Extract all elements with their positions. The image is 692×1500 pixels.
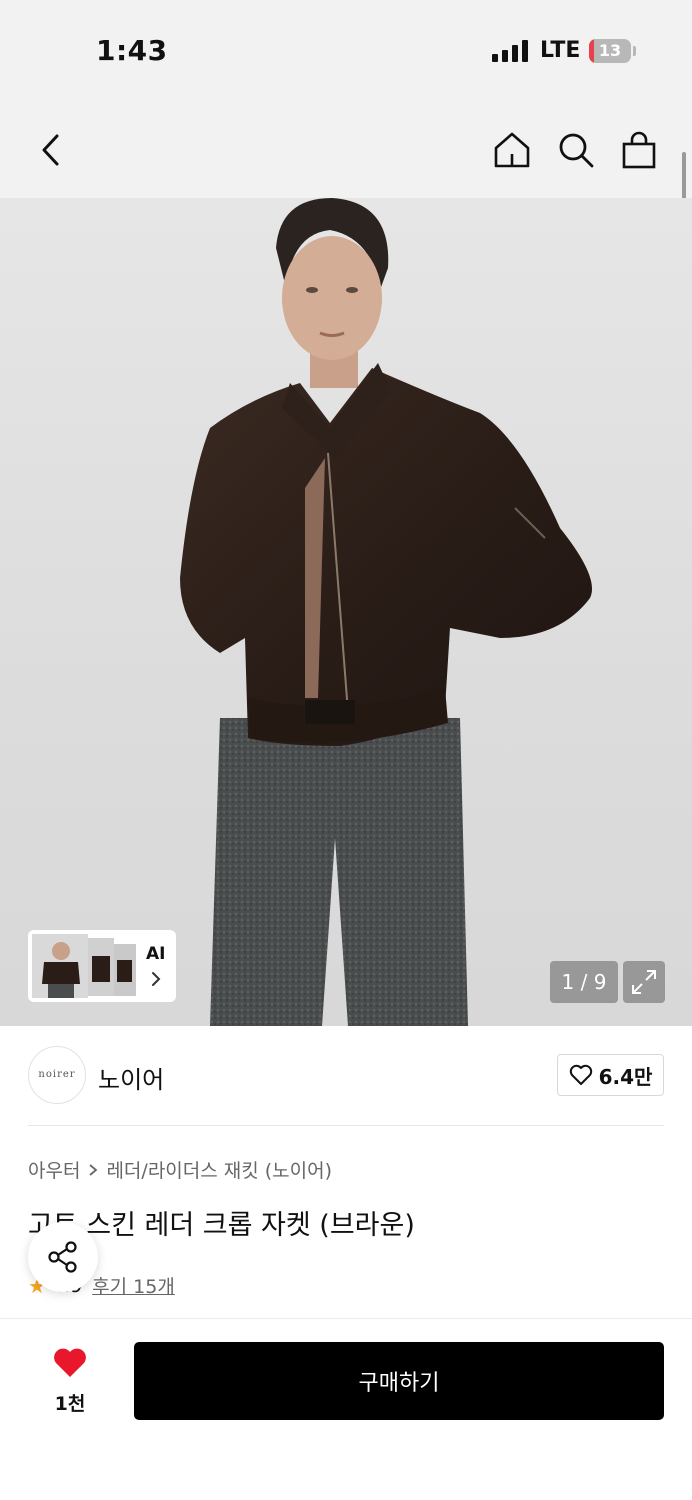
home-icon	[494, 132, 530, 168]
battery-level: 13	[598, 41, 622, 60]
breadcrumb: 아우터 레더/라이더스 재킷 (노이어)	[28, 1156, 332, 1183]
image-counter: 1 / 9	[550, 961, 618, 1003]
back-button[interactable]	[30, 128, 70, 172]
model-photo	[180, 198, 592, 1026]
status-time: 1:43	[96, 34, 168, 67]
heart-filled-icon	[54, 1348, 86, 1377]
battery-tip	[633, 46, 636, 56]
thumbnail-images	[32, 934, 136, 998]
breadcrumb-subcategory[interactable]: 레더/라이더스 재킷 (노이어)	[106, 1156, 332, 1183]
ai-styling-card[interactable]: AI	[28, 930, 176, 1002]
share-icon	[48, 1241, 77, 1273]
search-button[interactable]	[554, 128, 598, 172]
divider	[28, 1125, 664, 1126]
brand-row: noirer 노이어 6.4만	[28, 1046, 664, 1104]
chevron-right-icon	[89, 1163, 98, 1176]
brand-logo[interactable]: noirer	[28, 1046, 86, 1104]
expand-icon	[632, 970, 656, 994]
battery-icon: 13	[589, 39, 631, 63]
buy-button[interactable]: 구매하기	[134, 1342, 664, 1420]
heart-outline-icon	[569, 1064, 592, 1085]
wishlist-count: 1천	[54, 1393, 86, 1415]
wishlist-button[interactable]: 1천	[40, 1345, 100, 1417]
ai-label: AI	[146, 944, 166, 964]
breadcrumb-category[interactable]: 아우터	[28, 1156, 80, 1183]
signal-icon	[492, 40, 528, 62]
status-bar: 1:43 LTE 13	[0, 0, 692, 100]
expand-button[interactable]	[623, 961, 665, 1003]
brand-name[interactable]: 노이어	[98, 1060, 164, 1095]
chevron-right-icon	[152, 972, 161, 986]
top-nav	[0, 100, 692, 198]
network-type: LTE	[540, 38, 581, 63]
chevron-left-icon	[42, 134, 59, 166]
share-button[interactable]	[28, 1222, 98, 1292]
brand-like-count: 6.4만	[598, 1064, 653, 1089]
search-icon	[559, 133, 594, 168]
home-button[interactable]	[490, 128, 534, 172]
review-link[interactable]: 후기 15개	[92, 1272, 175, 1299]
shopping-bag-icon	[622, 131, 656, 169]
cart-button[interactable]	[617, 128, 661, 172]
product-image[interactable]	[0, 198, 692, 1026]
brand-like-button[interactable]: 6.4만	[557, 1054, 664, 1096]
bottom-action-bar: 1천 구매하기	[0, 1318, 692, 1500]
